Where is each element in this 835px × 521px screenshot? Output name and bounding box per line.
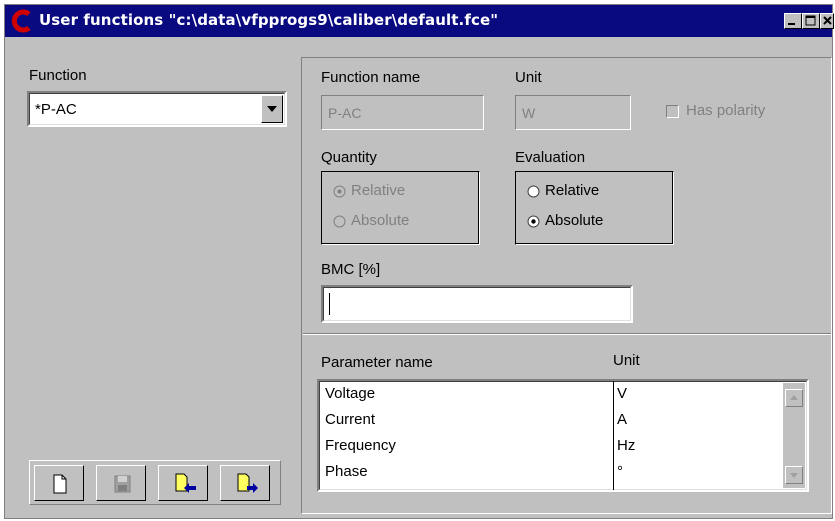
parameter-row-frequency[interactable]: Frequency (325, 437, 396, 463)
evaluation-absolute-radio[interactable] (527, 215, 540, 228)
function-toolbar (29, 460, 281, 505)
dropdown-button[interactable] (261, 95, 283, 123)
export-file-icon (237, 473, 258, 493)
minimize-button[interactable] (784, 13, 802, 29)
parameter-unit-header: Unit (613, 352, 640, 369)
parameter-unit: Hz (617, 437, 636, 454)
title-bar[interactable]: User functions "c:\data\vfpprogs9\calibe… (5, 5, 834, 37)
vertical-scrollbar[interactable] (783, 383, 805, 488)
user-functions-window: User functions "c:\data\vfpprogs9\calibe… (4, 4, 834, 519)
quantity-label: Quantity (321, 149, 377, 166)
export-function-button[interactable] (220, 465, 270, 501)
parameter-name: Frequency (325, 437, 396, 454)
function-value: *P-AC (35, 101, 77, 118)
bmc-label: BMC [%] (321, 261, 381, 278)
quantity-relative-label: Relative (351, 182, 406, 199)
parameter-unit: ° (617, 463, 623, 480)
quantity-absolute-radio[interactable] (333, 215, 346, 228)
save-function-button[interactable] (96, 465, 146, 501)
scroll-up-button[interactable] (785, 389, 803, 407)
function-name-label: Function name (321, 69, 421, 86)
import-file-icon (175, 473, 196, 493)
maximize-button[interactable] (802, 13, 820, 29)
caliber-c-icon[interactable] (9, 9, 35, 33)
text-caret (329, 293, 330, 315)
parameter-row-phase[interactable]: Phase (325, 463, 368, 489)
unit-field[interactable]: W (515, 95, 631, 130)
function-label: Function (29, 67, 87, 84)
chevron-down-icon (267, 106, 277, 112)
evaluation-label: Evaluation (515, 149, 586, 166)
bmc-input[interactable] (321, 285, 633, 323)
parameter-row-voltage[interactable]: Voltage (325, 385, 375, 411)
parameter-list[interactable]: Voltage V Current A Frequency Hz Phase ° (317, 379, 809, 492)
parameter-unit: V (617, 385, 628, 402)
quantity-relative-radio[interactable] (333, 185, 346, 198)
unit-value: W (522, 105, 536, 121)
new-function-button[interactable] (34, 465, 84, 501)
parameter-row-current[interactable]: Current (325, 411, 375, 437)
close-icon (823, 16, 832, 25)
evaluation-absolute-label: Absolute (545, 212, 604, 229)
parameter-name: Voltage (325, 385, 376, 402)
parameter-name: Phase (325, 463, 368, 480)
function-combobox[interactable]: *P-AC (27, 91, 287, 127)
has-polarity-label: Has polarity (686, 102, 766, 119)
function-name-value: P-AC (328, 105, 362, 121)
close-button[interactable] (820, 13, 834, 29)
parameter-name: Current (325, 411, 376, 428)
maximize-icon (805, 15, 816, 26)
arrow-up-icon (790, 395, 798, 400)
section-divider (303, 333, 831, 335)
parameter-name-header: Parameter name (321, 354, 433, 371)
quantity-absolute-label: Absolute (351, 212, 410, 229)
evaluation-relative-label: Relative (545, 182, 600, 199)
evaluation-relative-radio[interactable] (527, 185, 540, 198)
unit-label: Unit (515, 69, 542, 86)
arrow-down-icon (790, 473, 798, 478)
has-polarity-checkbox[interactable] (666, 105, 679, 118)
column-separator (613, 381, 614, 490)
import-function-button[interactable] (158, 465, 208, 501)
window-title: User functions "c:\data\vfpprogs9\calibe… (39, 11, 499, 29)
save-disk-icon (114, 475, 131, 493)
scroll-down-button[interactable] (785, 466, 803, 484)
new-document-icon (53, 474, 67, 494)
function-name-field[interactable]: P-AC (321, 95, 484, 130)
minimize-icon (788, 23, 795, 25)
parameter-unit: A (617, 411, 628, 428)
